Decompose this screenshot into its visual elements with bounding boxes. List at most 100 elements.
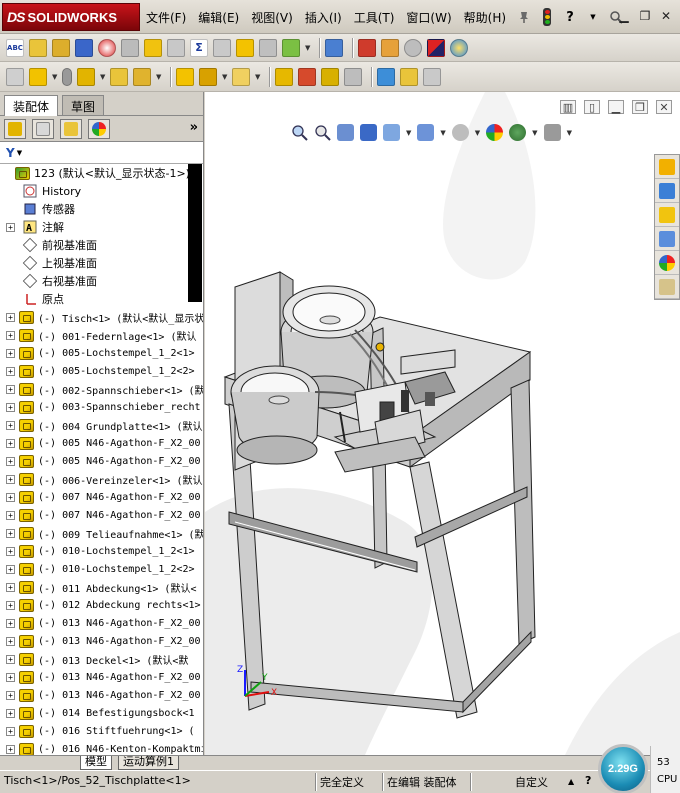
expand-toggle-icon[interactable]: +: [6, 654, 15, 664]
expand-toggle-icon[interactable]: +: [6, 474, 15, 484]
display-manager-icon[interactable]: [88, 118, 110, 139]
menu-insert[interactable]: 插入(I): [305, 9, 342, 26]
traffic-light-icon[interactable]: [537, 7, 557, 27]
menu-tools[interactable]: 工具(T): [354, 9, 395, 26]
tree-item[interactable]: + (-) 010-Lochstempel_1_2<2>: [6, 560, 203, 578]
3d-model-view[interactable]: [205, 92, 680, 755]
gauge-icon[interactable]: [98, 38, 116, 57]
balance-icon[interactable]: [52, 38, 70, 57]
apply-scene-icon[interactable]: [509, 124, 527, 141]
restore-icon[interactable]: ❐: [632, 100, 648, 114]
pattern-icon[interactable]: [77, 67, 95, 86]
expand-toggle-icon[interactable]: +: [6, 330, 15, 340]
expand-toggle-icon[interactable]: +: [6, 438, 15, 448]
check-gray-icon[interactable]: [167, 38, 185, 57]
tab-sketch[interactable]: 草图: [62, 95, 105, 115]
expand-toggle-icon[interactable]: +: [6, 528, 15, 538]
expand-toggle-icon[interactable]: +: [6, 708, 15, 718]
gray-circle-icon[interactable]: [404, 38, 422, 57]
instant3d-icon[interactable]: [298, 67, 316, 86]
abc-icon[interactable]: [29, 38, 47, 57]
settings-check-icon[interactable]: [282, 38, 300, 57]
tree-item[interactable]: 前视基准面: [6, 236, 203, 254]
pin-icon[interactable]: [514, 7, 534, 27]
tree-item[interactable]: + (-) 005-Lochstempel_1_2<1>: [6, 344, 203, 362]
more-tabs-icon[interactable]: »: [190, 120, 198, 135]
tree-item[interactable]: 原点: [6, 290, 203, 308]
dropdown-arrow-icon[interactable]: ▼: [440, 129, 445, 137]
tree-item[interactable]: + (-) 011 Abdeckung<1> (默认<: [6, 578, 203, 596]
dropdown-arrow-icon[interactable]: ▼: [52, 73, 58, 81]
tree-item[interactable]: + (-) 005-Lochstempel_1_2<2>: [6, 362, 203, 380]
tree-item[interactable]: + (-) 014 Befestigungsbock<1: [6, 704, 203, 722]
expand-toggle-icon[interactable]: +: [6, 744, 15, 754]
table-icon[interactable]: [325, 38, 343, 57]
zoom-area-icon[interactable]: [314, 124, 331, 141]
tree-item[interactable]: + (-) Tisch<1> (默认<默认_显示状态: [6, 308, 203, 326]
tree-item[interactable]: + (-) 006-Vereinzeler<1> (默认: [6, 470, 203, 488]
tree-item[interactable]: 上视基准面: [6, 254, 203, 272]
expand-toggle-icon[interactable]: +: [6, 312, 15, 322]
units-selector[interactable]: 自定义: [515, 774, 548, 790]
expand-toggle-icon[interactable]: +: [6, 402, 15, 412]
tree-item[interactable]: + (-) 009 Telieaufnahme<1> (默: [6, 524, 203, 542]
tree-item[interactable]: + (-) 010-Lochstempel_1_2<1>: [6, 542, 203, 560]
menu-edit[interactable]: 编辑(E): [198, 9, 239, 26]
expand-toggle-icon[interactable]: +: [6, 564, 15, 574]
tree-item[interactable]: + (-) 002-Spannschieber<1> (默: [6, 380, 203, 398]
tree-item[interactable]: 右视基准面: [6, 272, 203, 290]
warning-icon[interactable]: [236, 38, 254, 57]
hide-show-items-icon[interactable]: [451, 124, 469, 141]
display-style-icon[interactable]: [417, 124, 435, 141]
view-palette-icon[interactable]: [655, 227, 679, 251]
dropdown-arrow-icon[interactable]: ▼: [305, 44, 311, 52]
save-icon[interactable]: [75, 38, 93, 57]
tree-item[interactable]: + (-) 007 N46-Agathon-F_X2_00: [6, 506, 203, 524]
hide-show-icon[interactable]: [275, 67, 293, 86]
dropdown-arrow-icon[interactable]: ▼: [567, 129, 572, 137]
bill-icon[interactable]: [400, 67, 418, 86]
tree-item[interactable]: + (-) 016 Stiftfuehrung<1> (: [6, 722, 203, 740]
lock-icon[interactable]: [121, 38, 139, 57]
tree-item[interactable]: 传感器: [6, 200, 203, 218]
sketch-icon[interactable]: [232, 67, 250, 86]
measure-icon[interactable]: [213, 38, 231, 57]
tree-item[interactable]: + (-) 004 Grundplatte<1> (默认: [6, 416, 203, 434]
expand-toggle-icon[interactable]: +: [6, 636, 15, 646]
dropdown-arrow-icon[interactable]: ▼: [406, 129, 411, 137]
tree-item[interactable]: + (-) 001-Federnlage<1> (默认: [6, 326, 203, 344]
tree-item[interactable]: + (-) 013 N46-Agathon-F_X2_00: [6, 668, 203, 686]
expand-toggle-icon[interactable]: +: [6, 726, 15, 736]
expand-toggle-icon[interactable]: +: [6, 456, 15, 466]
dropdown-arrow-icon[interactable]: ▼: [255, 73, 261, 81]
solidworks-logo[interactable]: DS SOLIDWORKS: [2, 3, 140, 31]
filter-bar[interactable]: Y ▼: [0, 142, 203, 164]
expand-toggle-icon[interactable]: +: [6, 618, 15, 628]
expand-toggle-icon[interactable]: +: [6, 384, 15, 394]
help-icon[interactable]: ?: [585, 774, 591, 787]
dropdown-arrow-icon[interactable]: ▼: [532, 129, 537, 137]
graphics-area[interactable]: ▥ ▯ ▁ ❐ ✕ ▼ ▼ ▼ ▼ ▼ Z X Y: [205, 92, 680, 755]
tree-item[interactable]: + (-) 013 N46-Agathon-F_X2_00: [6, 686, 203, 704]
close-icon[interactable]: ✕: [656, 100, 672, 114]
expand-toggle-icon[interactable]: +: [6, 420, 15, 430]
expand-toggle-icon[interactable]: +: [6, 672, 15, 682]
minimize-icon[interactable]: ▁: [615, 8, 633, 24]
expand-toggle-icon[interactable]: +: [6, 600, 15, 610]
expand-toggle-icon[interactable]: +: [6, 366, 15, 376]
property-manager-icon[interactable]: [32, 118, 54, 139]
previous-view-icon[interactable]: [337, 124, 354, 141]
dropdown-arrow-icon[interactable]: ▼: [475, 129, 480, 137]
expand-toggle-icon[interactable]: +: [6, 348, 15, 358]
expand-toggle-icon[interactable]: +: [6, 582, 15, 592]
tree-item[interactable]: + (-) 013 N46-Agathon-F_X2_00: [6, 614, 203, 632]
red-blue-icon[interactable]: [427, 38, 445, 57]
tree-item[interactable]: + (-) 012 Abdeckung rechts<1>: [6, 596, 203, 614]
design-library-icon[interactable]: [655, 179, 679, 203]
feature-manager-icon[interactable]: [4, 118, 26, 139]
tree-item[interactable]: 123 (默认<默认_显示状态-1>): [2, 164, 203, 182]
assembly-features-icon[interactable]: [321, 67, 339, 86]
paperclip-icon[interactable]: [62, 67, 72, 86]
tree-item[interactable]: + (-) 007 N46-Agathon-F_X2_00: [6, 488, 203, 506]
check-icon[interactable]: [144, 38, 162, 57]
